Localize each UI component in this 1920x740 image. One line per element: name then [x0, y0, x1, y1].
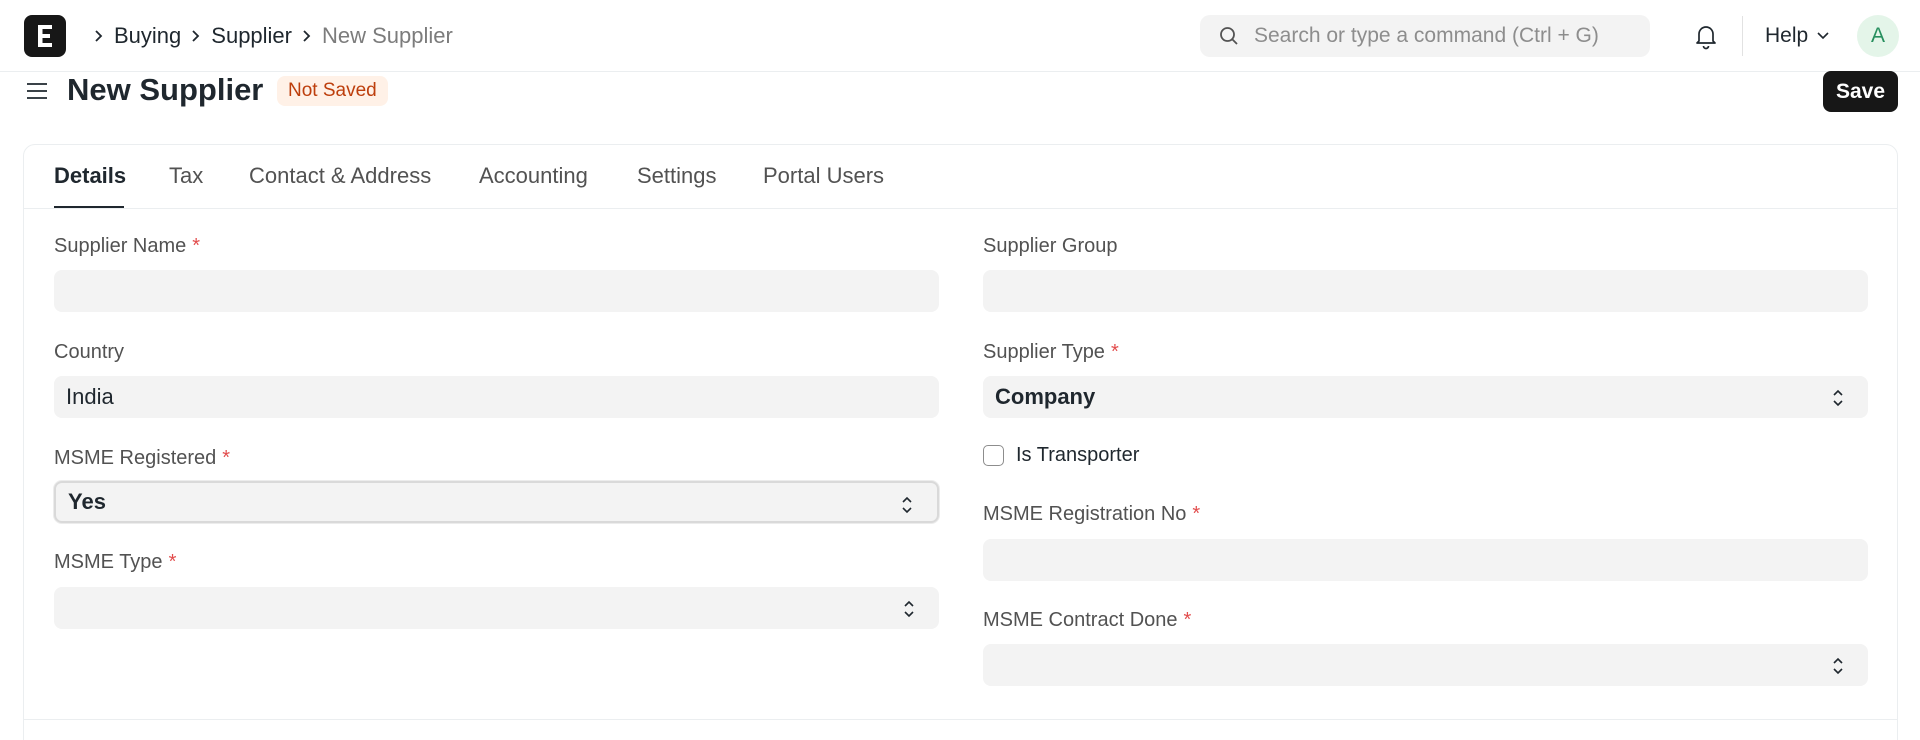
- help-label: Help: [1765, 24, 1809, 47]
- chevron-right-icon: [292, 29, 322, 43]
- active-tab-indicator: [54, 206, 124, 208]
- help-dropdown[interactable]: Help: [1765, 0, 1830, 72]
- supplier-type-value: Company: [995, 384, 1096, 409]
- country-input[interactable]: India: [54, 376, 939, 418]
- is-transporter-checkbox[interactable]: [983, 445, 1004, 466]
- msme-registered-label: MSME Registered *: [54, 447, 231, 469]
- form-card: Details Tax Contact & Address Accounting…: [23, 144, 1898, 740]
- section-divider: [24, 719, 1897, 720]
- supplier-name-label: Supplier Name *: [54, 235, 201, 257]
- msme-registration-no-input[interactable]: [983, 539, 1868, 581]
- msme-registration-no-label: MSME Registration No *: [983, 503, 1201, 525]
- status-badge: Not Saved: [277, 76, 388, 106]
- app-logo[interactable]: [24, 15, 66, 57]
- search-placeholder: Search or type a command (Ctrl + G): [1254, 24, 1599, 47]
- supplier-group-label: Supplier Group: [983, 235, 1118, 257]
- supplier-group-input[interactable]: [983, 270, 1868, 312]
- supplier-name-input[interactable]: [54, 270, 939, 312]
- chevron-down-icon: [1817, 32, 1829, 40]
- breadcrumb-current: New Supplier: [322, 23, 453, 48]
- select-updown-icon: [1833, 389, 1843, 407]
- select-updown-icon: [1833, 657, 1843, 675]
- tab-portal-users[interactable]: Portal Users: [763, 163, 884, 189]
- chevron-right-icon: [84, 29, 114, 43]
- page-title: New Supplier: [67, 72, 264, 107]
- notification-bell-icon[interactable]: [1693, 22, 1719, 55]
- msme-contract-done-select[interactable]: [983, 644, 1868, 686]
- msme-type-label: MSME Type *: [54, 551, 177, 573]
- chevron-right-icon: [181, 29, 211, 43]
- supplier-type-label: Supplier Type *: [983, 341, 1119, 363]
- msme-type-select[interactable]: [54, 587, 939, 629]
- is-transporter-label[interactable]: Is Transporter: [1016, 444, 1139, 467]
- navbar: Buying Supplier New Supplier Search or t…: [0, 0, 1920, 72]
- breadcrumb-supplier[interactable]: Supplier: [211, 23, 292, 49]
- select-updown-icon: [904, 600, 914, 618]
- avatar[interactable]: A: [1857, 15, 1899, 57]
- breadcrumb: Buying Supplier New Supplier: [84, 0, 453, 72]
- search-input[interactable]: Search or type a command (Ctrl + G): [1200, 15, 1650, 57]
- tab-contact-address[interactable]: Contact & Address: [249, 163, 431, 189]
- tab-details[interactable]: Details: [54, 163, 126, 189]
- supplier-type-select[interactable]: Company: [983, 376, 1868, 418]
- tab-tax[interactable]: Tax: [169, 163, 203, 189]
- msme-contract-done-label: MSME Contract Done *: [983, 609, 1192, 631]
- form-tabs: Details Tax Contact & Address Accounting…: [24, 145, 1897, 209]
- breadcrumb-buying[interactable]: Buying: [114, 23, 181, 49]
- tab-accounting[interactable]: Accounting: [479, 163, 588, 189]
- select-updown-icon: [902, 496, 912, 514]
- save-button[interactable]: Save: [1823, 71, 1898, 112]
- navbar-divider: [1742, 16, 1743, 56]
- msme-registered-value: Yes: [68, 489, 106, 514]
- country-label: Country: [54, 341, 125, 363]
- tab-settings[interactable]: Settings: [637, 163, 717, 189]
- msme-registered-select[interactable]: Yes: [54, 481, 939, 523]
- sidebar-toggle-icon[interactable]: [24, 78, 50, 109]
- erpnext-logo-icon: [38, 25, 52, 47]
- search-icon: [1220, 27, 1238, 45]
